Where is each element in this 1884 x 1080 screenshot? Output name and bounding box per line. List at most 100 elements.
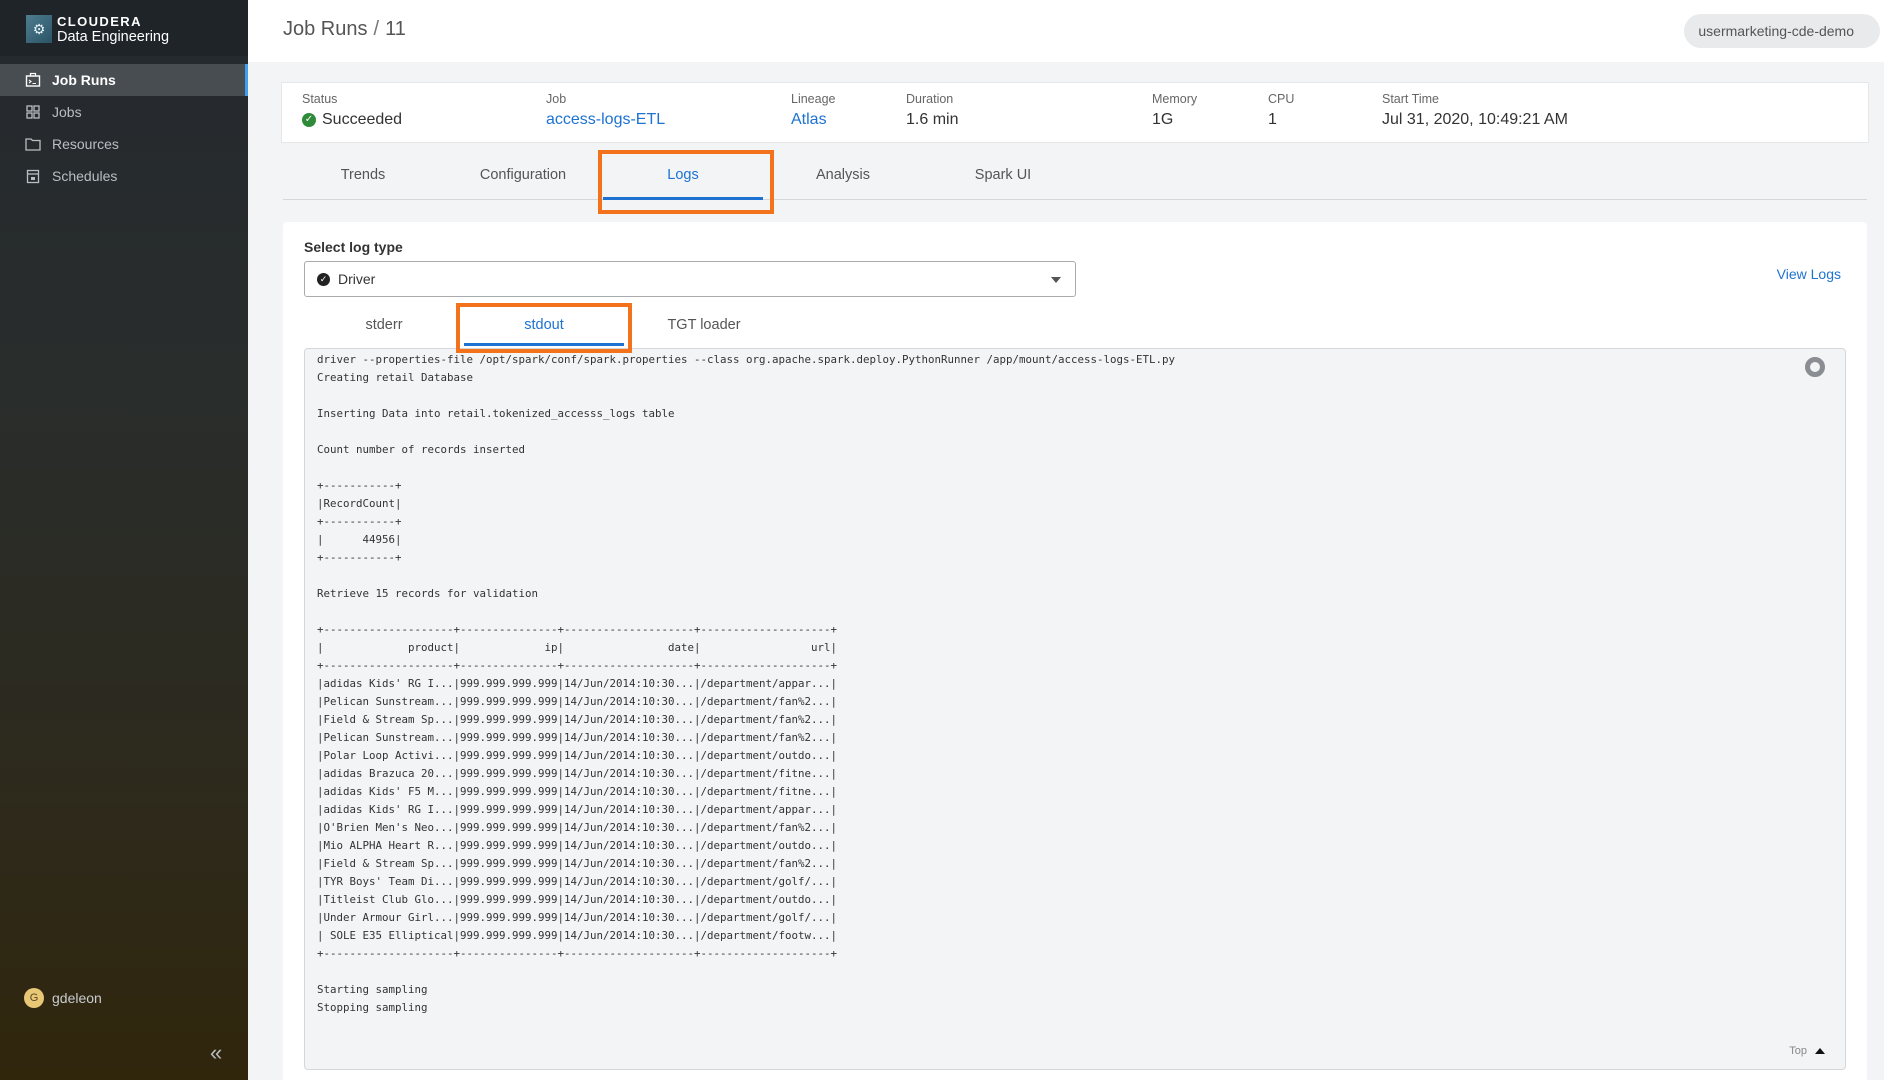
breadcrumb-job-runs[interactable]: Job Runs <box>283 18 368 40</box>
tab-stdout[interactable]: stdout <box>464 302 624 348</box>
tab-spark-ui[interactable]: Spark UI <box>923 150 1083 200</box>
log-line: |adidas Kids' F5 M...|999.999.999.999|14… <box>317 785 838 798</box>
log-output[interactable]: driver --properties-file /opt/spark/conf… <box>304 348 1846 1070</box>
brand-name: CLOUDERA <box>57 14 142 29</box>
tab-analysis[interactable]: Analysis <box>763 150 923 200</box>
log-line: |TYR Boys' Team Di...|999.999.999.999|14… <box>317 875 838 888</box>
log-line: Count number of records inserted <box>317 443 526 456</box>
success-check-icon: ✓ <box>302 113 316 127</box>
sidebar-item-resources[interactable]: Resources <box>0 128 248 160</box>
log-line: | SOLE E35 Elliptical|999.999.999.999|14… <box>317 929 838 942</box>
cpu-field: CPU 1 <box>1268 92 1294 129</box>
log-line: Starting sampling <box>317 983 428 996</box>
log-line: |Field & Stream Sp...|999.999.999.999|14… <box>317 857 838 870</box>
scroll-to-top-button[interactable]: Top <box>1789 1045 1825 1057</box>
log-line: |Pelican Sunstream...|999.999.999.999|14… <box>317 695 838 708</box>
log-line: |Mio ALPHA Heart R...|999.999.999.999|14… <box>317 839 838 852</box>
duration-field: Duration 1.6 min <box>906 92 958 129</box>
log-line: Creating retail Database <box>317 371 474 384</box>
memory-label: Memory <box>1152 92 1198 106</box>
caret-up-icon <box>1815 1048 1825 1054</box>
log-line: +-----------+ <box>317 515 402 528</box>
log-line: +--------------------+---------------+--… <box>317 947 838 960</box>
page-header: Job Runs/11 usermarketing-cde-demo <box>248 0 1884 62</box>
sidebar-item-schedules[interactable]: Schedules <box>0 160 248 192</box>
log-line: |adidas Kids' RG I...|999.999.999.999|14… <box>317 677 838 690</box>
log-line: driver --properties-file /opt/spark/conf… <box>317 353 1176 366</box>
cloudera-logo-icon: ⚙ <box>26 15 52 43</box>
tab-trends[interactable]: Trends <box>283 150 443 200</box>
log-line: Inserting Data into retail.tokenized_acc… <box>317 407 675 420</box>
sidebar-item-label: Job Runs <box>52 72 116 88</box>
status-field: Status ✓ Succeeded <box>302 92 402 129</box>
log-line: |Field & Stream Sp...|999.999.999.999|14… <box>317 713 838 726</box>
tab-logs[interactable]: Logs <box>603 150 763 200</box>
environment-selector[interactable]: usermarketing-cde-demo <box>1684 14 1880 48</box>
status-label: Status <box>302 92 338 106</box>
tab-configuration[interactable]: Configuration <box>443 150 603 200</box>
sidebar-item-jobs[interactable]: Jobs <box>0 96 248 128</box>
log-line: |adidas Kids' RG I...|999.999.999.999|14… <box>317 803 838 816</box>
status-badge: Succeeded <box>322 111 403 128</box>
job-field: Job access-logs-ETL <box>546 92 665 129</box>
chevron-down-icon <box>1051 277 1061 283</box>
brand: ⚙ CLOUDERA Data Engineering <box>0 0 248 56</box>
avatar: G <box>24 988 44 1008</box>
duration-value: 1.6 min <box>906 111 959 128</box>
sidebar-item-job-runs[interactable]: Job Runs <box>0 64 248 96</box>
start-time-field: Start Time Jul 31, 2020, 10:49:21 AM <box>1382 92 1568 129</box>
job-link[interactable]: access-logs-ETL <box>546 111 665 129</box>
status-value-wrap: ✓ Succeeded <box>302 111 402 129</box>
user-name: gdeleon <box>52 990 102 1006</box>
terminal-briefcase-icon <box>24 71 42 89</box>
logs-panel: Select log type ✓ Driver View Logs stder… <box>283 222 1867 1080</box>
log-line: Retrieve 15 records for validation <box>317 587 539 600</box>
log-type-label: Select log type <box>304 239 403 255</box>
log-type-value: Driver <box>338 271 376 287</box>
log-text: driver --properties-file /opt/spark/conf… <box>317 351 1175 1017</box>
breadcrumb: Job Runs/11 <box>283 18 406 41</box>
user-menu[interactable]: G gdeleon <box>24 988 102 1008</box>
check-circle-icon: ✓ <box>317 272 330 286</box>
log-line: |Polar Loop Activi...|999.999.999.999|14… <box>317 749 838 762</box>
calendar-icon <box>24 167 42 185</box>
log-line: |O'Brien Men's Neo...|999.999.999.999|14… <box>317 821 838 834</box>
log-line: +-----------+ <box>317 479 402 492</box>
log-line: +--------------------+---------------+--… <box>317 623 838 636</box>
cpu-value: 1 <box>1268 111 1277 128</box>
top-label: Top <box>1789 1045 1807 1057</box>
lineage-label: Lineage <box>791 92 836 106</box>
tab-tgt-loader[interactable]: TGT loader <box>624 302 784 348</box>
collapse-sidebar-icon[interactable]: « <box>210 1040 222 1066</box>
log-line: |Under Armour Girl...|999.999.999.999|14… <box>317 911 838 924</box>
loading-spinner-icon <box>1805 357 1825 377</box>
log-line: Stopping sampling <box>317 1001 428 1014</box>
lineage-link[interactable]: Atlas <box>791 111 836 129</box>
start-time-value: Jul 31, 2020, 10:49:21 AM <box>1382 111 1568 128</box>
log-line: +-----------+ <box>317 551 402 564</box>
sidebar-nav: Job Runs Jobs Resources Schedules <box>0 64 248 192</box>
job-run-tabs: Trends Configuration Logs Analysis Spark… <box>283 150 1867 200</box>
log-type-select[interactable]: ✓ Driver <box>304 261 1076 297</box>
sidebar-item-label: Schedules <box>52 168 118 184</box>
memory-field: Memory 1G <box>1152 92 1197 129</box>
log-line: | product| ip| date| url| <box>317 641 838 654</box>
memory-value: 1G <box>1152 111 1174 128</box>
log-line: |adidas Brazuca 20...|999.999.999.999|14… <box>317 767 838 780</box>
log-line: |Titleist Club Glo...|999.999.999.999|14… <box>317 893 838 906</box>
sidebar: ⚙ CLOUDERA Data Engineering Job Runs Job… <box>0 0 248 1080</box>
start-time-label: Start Time <box>1382 92 1439 106</box>
log-line: +--------------------+---------------+--… <box>317 659 838 672</box>
job-label: Job <box>546 92 567 106</box>
tab-stderr[interactable]: stderr <box>304 302 464 348</box>
view-logs-link[interactable]: View Logs <box>1777 266 1841 282</box>
breadcrumb-separator: / <box>373 18 380 40</box>
sidebar-item-label: Resources <box>52 136 119 152</box>
log-line: |RecordCount| <box>317 497 402 510</box>
brand-product: Data Engineering <box>57 29 170 45</box>
